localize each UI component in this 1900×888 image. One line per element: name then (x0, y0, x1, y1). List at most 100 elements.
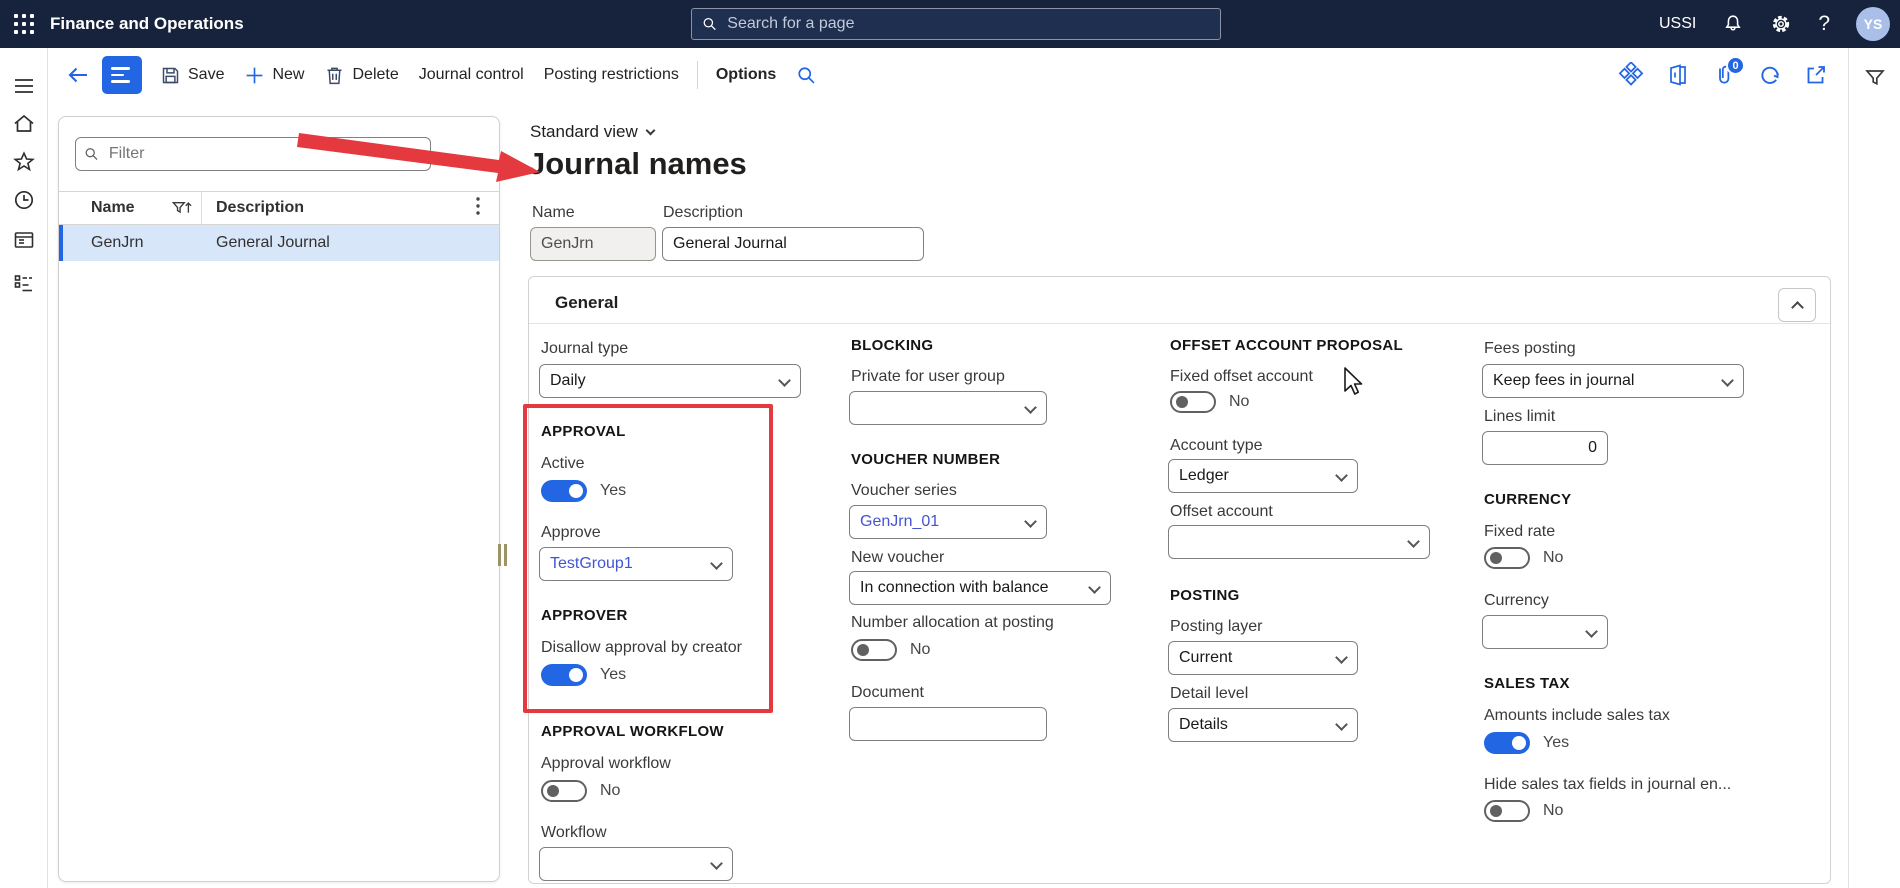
posting-layer-select[interactable]: Current (1168, 641, 1358, 675)
collapse-section-button[interactable] (1778, 288, 1816, 322)
chevron-down-icon (1721, 374, 1734, 387)
show-list-button[interactable] (102, 56, 142, 94)
currency-select[interactable] (1482, 615, 1608, 649)
disallow-state: Yes (600, 666, 627, 683)
detail-level-select[interactable]: Details (1168, 708, 1358, 742)
new-button[interactable]: New (234, 59, 314, 92)
fees-posting-value: Keep fees in journal (1493, 372, 1635, 389)
general-column-3: OFFSET ACCOUNT PROPOSAL Fixed offset acc… (1168, 277, 1468, 883)
attachments-paperclip-icon[interactable]: 0 (1712, 56, 1745, 87)
name-header-label: Name (91, 199, 135, 216)
account-type-select[interactable]: Ledger (1168, 459, 1358, 493)
disallow-approval-label: Disallow approval by creator (541, 639, 742, 656)
command-search-icon[interactable] (786, 59, 827, 92)
workflow-label: Workflow (541, 824, 607, 841)
delete-button[interactable]: Delete (314, 59, 408, 92)
refresh-icon[interactable] (1758, 63, 1782, 87)
voucher-series-value: GenJrn_01 (860, 513, 940, 530)
document-label: Document (851, 684, 924, 701)
workspaces-window-icon[interactable] (12, 228, 36, 252)
save-floppy-icon (160, 65, 181, 86)
app-launcher-waffle-icon[interactable] (0, 0, 48, 48)
chevron-down-icon (1335, 651, 1348, 664)
chevron-up-icon (1790, 301, 1804, 314)
description-field-label: Description (663, 204, 744, 221)
fixed-rate-state: No (1543, 549, 1564, 566)
voucher-series-label: Voucher series (851, 482, 957, 499)
search-icon (703, 17, 716, 31)
favorites-star-icon[interactable] (12, 150, 36, 174)
document-input[interactable] (849, 707, 1047, 741)
open-in-office-icon[interactable] (1666, 63, 1690, 87)
lines-limit-input[interactable] (1482, 431, 1608, 465)
personalize-diamond-icon[interactable] (1618, 62, 1644, 88)
posting-restrictions-button[interactable]: Posting restrictions (534, 60, 689, 90)
column-header-name[interactable]: Name (91, 192, 135, 224)
disallow-approval-toggle[interactable] (541, 664, 587, 686)
offset-account-select[interactable] (1168, 525, 1430, 559)
environment-selector[interactable]: USSI (1659, 15, 1696, 33)
name-field[interactable] (530, 227, 656, 261)
list-more-options-icon[interactable] (475, 195, 481, 222)
options-menu-button[interactable]: Options (706, 60, 786, 90)
list-header-row: Name Description (59, 191, 499, 225)
list-filter-input[interactable] (106, 144, 422, 164)
workflow-select[interactable] (539, 847, 733, 881)
amounts-include-toggle[interactable] (1484, 732, 1530, 754)
approver-section-header: APPROVER (541, 607, 628, 624)
nav-menu-hamburger-icon[interactable] (12, 74, 36, 98)
chevron-down-icon (1024, 401, 1037, 414)
home-icon[interactable] (12, 112, 36, 136)
trash-icon (324, 65, 345, 86)
save-button[interactable]: Save (150, 59, 234, 92)
chevron-down-icon (645, 125, 656, 135)
recent-clock-icon[interactable] (12, 188, 36, 212)
table-row-genjrn[interactable]: GenJrn General Journal (59, 225, 499, 261)
new-voucher-select[interactable]: In connection with balance (849, 571, 1111, 605)
fees-posting-select[interactable]: Keep fees in journal (1482, 364, 1744, 398)
row-description-cell: General Journal (216, 234, 330, 251)
number-allocation-label: Number allocation at posting (851, 614, 1054, 631)
page-search-input[interactable] (725, 14, 1210, 34)
description-field[interactable] (662, 227, 924, 261)
column-header-description[interactable]: Description (216, 192, 304, 224)
hide-sales-tax-toggle[interactable] (1484, 800, 1530, 822)
view-selector[interactable]: Standard view (530, 122, 656, 142)
active-state: Yes (600, 482, 627, 499)
notifications-bell-icon[interactable] (1722, 13, 1744, 35)
modules-list-icon[interactable] (12, 272, 36, 296)
filter-sort-icon[interactable] (171, 199, 193, 224)
fixed-offset-state: No (1229, 393, 1250, 410)
new-voucher-label: New voucher (851, 549, 945, 566)
filter-funnel-icon[interactable] (1863, 66, 1887, 90)
journal-type-select[interactable]: Daily (539, 364, 801, 398)
open-in-new-window-icon[interactable] (1804, 63, 1828, 87)
page-search-box[interactable] (691, 8, 1221, 40)
approval-workflow-toggle[interactable] (541, 780, 587, 802)
chevron-down-icon (778, 374, 791, 387)
approve-label: Approve (541, 524, 601, 541)
hide-sales-tax-state: No (1543, 802, 1564, 819)
number-allocation-toggle[interactable] (851, 639, 897, 661)
journal-control-button[interactable]: Journal control (409, 60, 534, 90)
settings-gear-icon[interactable] (1770, 13, 1792, 35)
list-filter-field[interactable] (75, 137, 431, 171)
approve-select[interactable]: TestGroup1 (539, 547, 733, 581)
approval-section-header: APPROVAL (541, 423, 626, 440)
back-button[interactable] (58, 57, 98, 93)
private-group-select[interactable] (849, 391, 1047, 425)
help-icon[interactable]: ? (1818, 12, 1830, 36)
offset-account-label: Offset account (1170, 503, 1273, 520)
page-title: Journal names (528, 146, 747, 181)
chevron-down-icon (1024, 515, 1037, 528)
approval-workflow-section-header: APPROVAL WORKFLOW (541, 723, 724, 740)
fixed-rate-toggle[interactable] (1484, 547, 1530, 569)
fixed-offset-toggle[interactable] (1170, 391, 1216, 413)
currency-section-header: CURRENCY (1484, 491, 1572, 508)
voucher-series-select[interactable]: GenJrn_01 (849, 505, 1047, 539)
general-column-2: BLOCKING Private for user group VOUCHER … (849, 277, 1149, 883)
user-avatar[interactable]: YS (1856, 7, 1890, 41)
delete-label: Delete (352, 66, 399, 83)
panel-splitter-handle[interactable] (498, 544, 510, 566)
active-toggle[interactable] (541, 480, 587, 502)
